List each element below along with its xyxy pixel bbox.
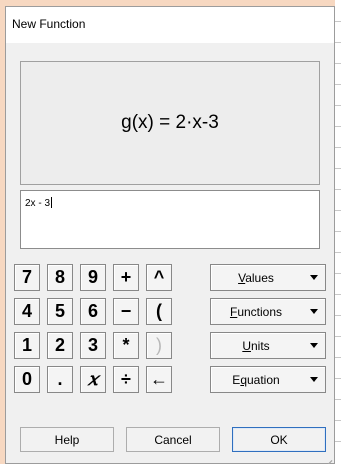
key-backspace-arrow-icon[interactable]: ← — [146, 366, 172, 393]
dialog-title: New Function — [6, 7, 334, 43]
key-6[interactable]: 6 — [80, 298, 106, 325]
chevron-down-icon — [310, 377, 318, 382]
units-dropdown-label: Units — [242, 339, 270, 353]
resize-grip-icon[interactable] — [320, 449, 333, 464]
formula-preview-text: g(x) = 2·x-3 — [121, 112, 219, 133]
function-input[interactable]: 2x - 3 — [20, 190, 320, 249]
background-worksheet — [335, 0, 341, 464]
key-power[interactable]: ^ — [146, 264, 172, 291]
units-dropdown[interactable]: Units — [210, 332, 326, 359]
chevron-down-icon — [310, 309, 318, 314]
formula-preview: g(x) = 2·x-3 — [20, 61, 320, 185]
key-7[interactable]: 7 — [14, 264, 40, 291]
functions-dropdown-label: Functions — [229, 305, 283, 319]
key-divide[interactable]: ÷ — [113, 366, 139, 393]
ok-button[interactable]: OK — [232, 427, 326, 452]
values-dropdown[interactable]: Values — [210, 264, 326, 291]
key-1[interactable]: 1 — [14, 332, 40, 359]
help-button[interactable]: Help — [20, 427, 114, 452]
key-close-paren[interactable]: ) — [146, 332, 172, 359]
cancel-button[interactable]: Cancel — [126, 427, 220, 452]
key-8[interactable]: 8 — [47, 264, 73, 291]
key-minus[interactable]: − — [113, 298, 139, 325]
functions-dropdown[interactable]: Functions — [210, 298, 326, 325]
chevron-down-icon — [310, 343, 318, 348]
equation-dropdown[interactable]: Equation — [210, 366, 326, 393]
new-function-dialog: New Function g(x) = 2·x-3 2x - 3 7 8 9 +… — [5, 6, 335, 464]
key-5[interactable]: 5 — [47, 298, 73, 325]
key-variable-x[interactable]: 𝑥 — [80, 366, 106, 393]
key-2[interactable]: 2 — [47, 332, 73, 359]
key-3[interactable]: 3 — [80, 332, 106, 359]
key-plus[interactable]: + — [113, 264, 139, 291]
values-dropdown-label: Values — [238, 271, 274, 285]
equation-dropdown-label: Equation — [232, 373, 280, 387]
key-9[interactable]: 9 — [80, 264, 106, 291]
key-0[interactable]: 0 — [14, 366, 40, 393]
key-decimal[interactable]: . — [47, 366, 73, 393]
chevron-down-icon — [310, 275, 318, 280]
key-open-paren[interactable]: ( — [146, 298, 172, 325]
function-input-text: 2x - 3 — [25, 198, 51, 209]
text-caret — [51, 197, 53, 208]
key-multiply[interactable]: * — [113, 332, 139, 359]
key-4[interactable]: 4 — [14, 298, 40, 325]
